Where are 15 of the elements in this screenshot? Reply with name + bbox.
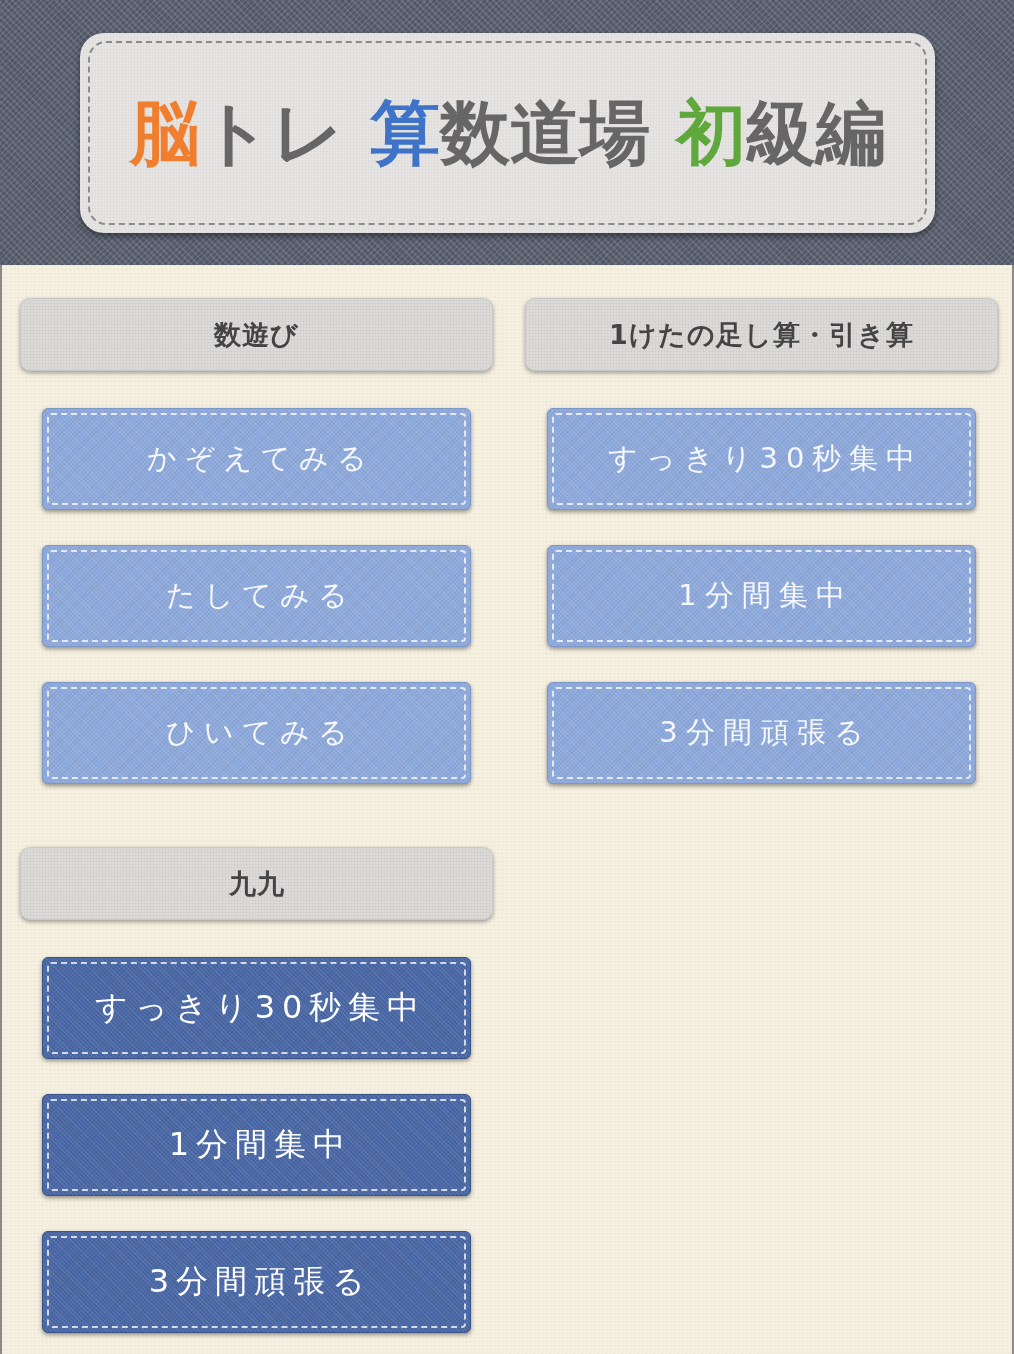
menu-button[interactable]: 3分間頑張る xyxy=(547,682,976,784)
title-word: 算数道場 xyxy=(369,98,650,168)
menu-button[interactable]: すっきり30秒集中 xyxy=(547,408,976,510)
menu-button[interactable]: 1分間集中 xyxy=(547,545,976,647)
menu-button[interactable]: 3分間頑張る xyxy=(42,1231,471,1333)
menu-button[interactable]: たしてみる xyxy=(42,545,471,647)
section-header: 九九 xyxy=(20,847,493,920)
title-word: 初級編 xyxy=(675,98,886,168)
section-header: 数遊び xyxy=(20,298,493,371)
title-word: 脳 トレ xyxy=(129,98,344,168)
menu-button[interactable]: 1分間集中 xyxy=(42,1094,471,1196)
menu-button[interactable]: ひいてみる xyxy=(42,682,471,784)
menu-button[interactable]: すっきり30秒集中 xyxy=(42,957,471,1059)
section-header: 1けたの足し算・引き算 xyxy=(525,298,998,371)
menu-button[interactable]: かぞえてみる xyxy=(42,408,471,510)
